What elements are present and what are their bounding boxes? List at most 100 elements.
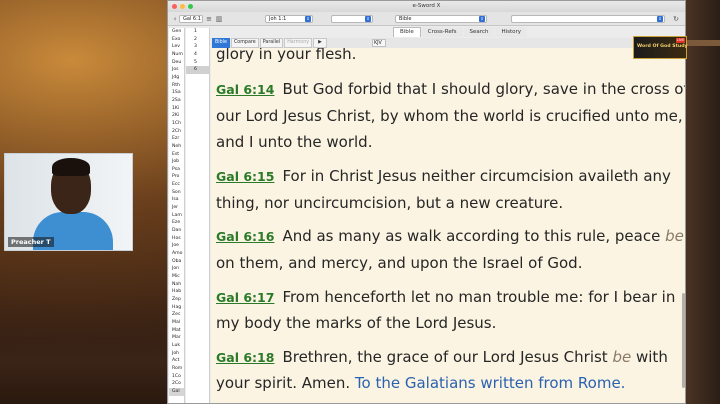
minimize-window-button[interactable] <box>180 4 185 9</box>
chapter-list[interactable]: 123456 <box>186 28 210 403</box>
book-list-item[interactable]: Ecc <box>169 181 184 189</box>
book-list-item[interactable]: Amo <box>169 250 184 258</box>
chapter-list-item[interactable]: 3 <box>186 43 209 51</box>
tab-compare[interactable]: Compare <box>230 38 259 48</box>
play-button[interactable]: ▶ <box>313 38 327 48</box>
book-list-item[interactable]: Mat <box>169 327 184 335</box>
reference-input[interactable]: Gal 6:1 <box>179 15 203 23</box>
chapter-list-item[interactable]: 4 <box>186 51 209 59</box>
book-list-item[interactable]: Num <box>169 51 184 59</box>
verse-ref-link[interactable]: Gal 6:14 <box>216 82 274 97</box>
nav-reference-value: Joh 1:1 <box>269 16 287 22</box>
chapter-list-item[interactable]: 1 <box>186 28 209 36</box>
book-list-item[interactable]: 2Sa <box>169 97 184 105</box>
book-list-item[interactable]: Luk <box>169 342 184 350</box>
book-list-item[interactable]: Joh <box>169 350 184 358</box>
book-list-item[interactable]: 2Ki <box>169 112 184 120</box>
book-list-item[interactable]: Nah <box>169 281 184 289</box>
reader-scrollbar[interactable] <box>682 293 685 388</box>
verse-line: Gal 6:15 For in Christ Jesus neither circ… <box>216 166 671 187</box>
book-list-item[interactable]: 1Ki <box>169 105 184 113</box>
zoom-window-button[interactable] <box>188 4 193 9</box>
tab-history[interactable]: History <box>495 27 528 37</box>
book-list-item[interactable]: Mar <box>169 334 184 342</box>
search-select[interactable]: ⇕ <box>511 15 665 23</box>
nav-reference-select[interactable]: Joh 1:1 ⇕ <box>265 15 313 23</box>
book-list-item[interactable]: 1Ch <box>169 120 184 128</box>
tab-bible[interactable]: Bible <box>393 27 421 37</box>
book-list-item[interactable]: 2Co <box>169 380 184 388</box>
verse-line: our Lord Jesus Christ, by whom the world… <box>216 107 683 125</box>
toolbar: ‹ Gal 6:1 ≡ ▥ Joh 1:1 ⇕ ⇕ Bible ⇕ ⇕ ↻ <box>168 12 685 26</box>
verse-text-segment: From henceforth let no man trouble me: f… <box>282 288 676 306</box>
verse-ref-link[interactable]: Gal 6:16 <box>216 229 274 244</box>
verse-ref-link[interactable]: Gal 6:17 <box>216 290 274 305</box>
bookmark-icon[interactable]: ≡ <box>204 15 214 23</box>
tab-cross-refs[interactable]: Cross-Refs <box>421 27 463 37</box>
background-right <box>686 0 720 404</box>
title-bar: e-Sword X <box>168 1 685 12</box>
tab-harmony[interactable]: Harmony <box>284 38 313 48</box>
book-list-item[interactable]: Hag <box>169 304 184 312</box>
book-list-item[interactable]: 1Sa <box>169 89 184 97</box>
book-list-item[interactable]: Rom <box>169 365 184 373</box>
background-shelf <box>686 40 720 46</box>
sidebar-toggle-icon[interactable]: ▥ <box>214 15 224 23</box>
book-list-item[interactable]: Exo <box>169 36 184 44</box>
bible-reader[interactable]: glory in your flesh. Gal 6:14 But God for… <box>211 48 685 403</box>
verse-ref-link[interactable]: Gal 6:15 <box>216 169 274 184</box>
book-list-item[interactable]: Eze <box>169 219 184 227</box>
webcam-person-hair <box>52 158 90 176</box>
book-list-item[interactable]: Jdg <box>169 74 184 82</box>
book-list-item[interactable]: Zep <box>169 296 184 304</box>
module-select[interactable]: Bible ⇕ <box>395 15 487 23</box>
book-list-item[interactable]: 1Co <box>169 373 184 381</box>
verse-line: on them, and mercy, and upon the Israel … <box>216 254 583 272</box>
book-list-item[interactable]: Isa <box>169 196 184 204</box>
book-list[interactable]: Gen Exo Lev Num Deu Jos Jdg Rth 1Sa 2Sa 1Ki 2Ki 1Ch 2… <box>169 28 185 403</box>
logo-badge: LIVE <box>676 38 685 43</box>
book-list-item[interactable]: Hab <box>169 288 184 296</box>
tab-parallel[interactable]: Parallel <box>259 38 284 48</box>
book-list-item[interactable]: Jer <box>169 204 184 212</box>
book-list-item[interactable]: Lev <box>169 43 184 51</box>
book-list-item[interactable]: Zec <box>169 311 184 319</box>
module-select-value: Bible <box>399 16 412 22</box>
verse-line: and I unto the world. <box>216 133 373 151</box>
close-window-button[interactable] <box>172 4 177 9</box>
refresh-icon[interactable]: ↻ <box>671 15 681 23</box>
chapter-list-item[interactable]: 2 <box>186 36 209 44</box>
chapter-list-item[interactable]: 6 <box>186 66 209 74</box>
book-list-item[interactable]: Deu <box>169 59 184 67</box>
book-list-item[interactable]: Oba <box>169 258 184 266</box>
book-list-item[interactable]: Est <box>169 151 184 159</box>
book-list-item[interactable]: Hos <box>169 235 184 243</box>
book-list-item[interactable]: Gal <box>169 387 184 396</box>
tab-search[interactable]: Search <box>463 27 495 37</box>
book-list-item[interactable]: Mic <box>169 273 184 281</box>
bible-view-tabs: Bible Compare Parallel Harmony ▶ KJV <box>211 38 685 48</box>
book-list-item[interactable]: Jon <box>169 265 184 273</box>
webcam-name-label: Preacher T <box>8 237 54 247</box>
chapter-list-item[interactable]: 5 <box>186 59 209 67</box>
book-list-item[interactable]: Act <box>169 357 184 365</box>
version-select[interactable]: KJV <box>372 39 386 47</box>
book-list-item[interactable]: Neh <box>169 143 184 151</box>
book-list-item[interactable]: Psa <box>169 166 184 174</box>
tab-bible-view[interactable]: Bible <box>212 38 230 48</box>
verse-ref-link[interactable]: Gal 6:18 <box>216 350 274 365</box>
empty-select[interactable]: ⇕ <box>331 15 373 23</box>
book-list-item[interactable]: 2Ch <box>169 128 184 136</box>
book-list-item[interactable]: Gen <box>169 28 184 36</box>
book-list-item[interactable]: Jos <box>169 66 184 74</box>
book-list-item[interactable]: Lam <box>169 212 184 220</box>
book-list-item[interactable]: Pro <box>169 173 184 181</box>
book-list-item[interactable]: Ezr <box>169 135 184 143</box>
book-list-item[interactable]: Joe <box>169 242 184 250</box>
book-list-item[interactable]: Son <box>169 189 184 197</box>
background-desk <box>0 300 170 404</box>
book-list-item[interactable]: Job <box>169 158 184 166</box>
book-list-item[interactable]: Mal <box>169 319 184 327</box>
book-list-item[interactable]: Dan <box>169 227 184 235</box>
book-list-item[interactable]: Rth <box>169 82 184 90</box>
